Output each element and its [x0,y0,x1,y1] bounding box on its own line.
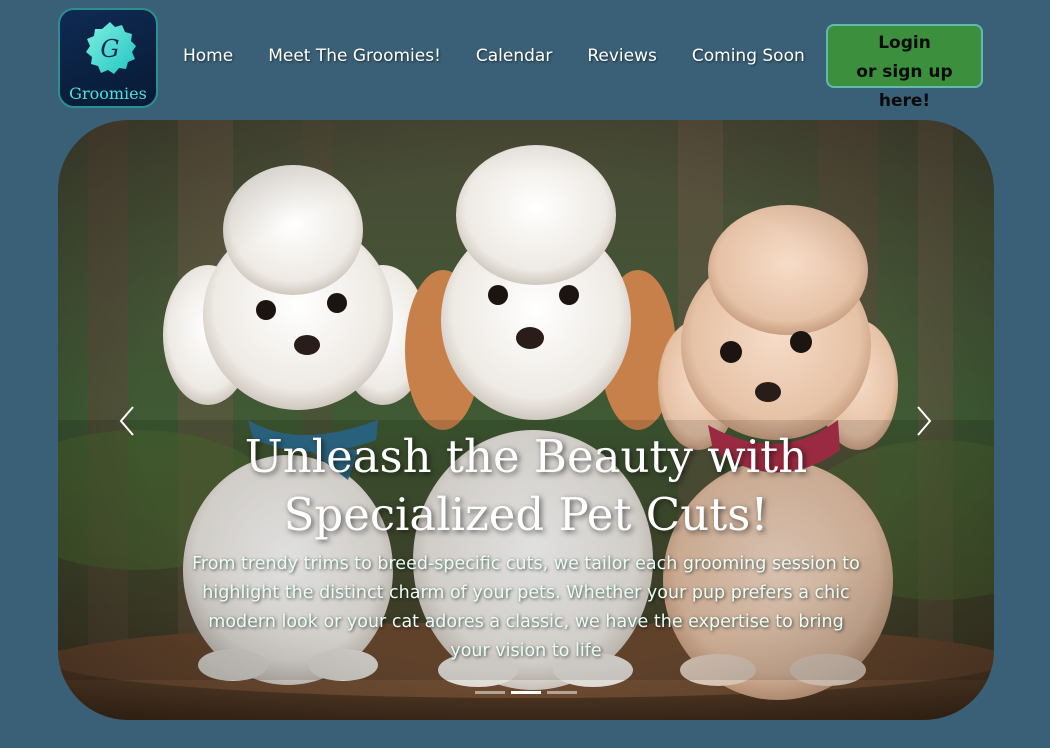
hero-carousel: Unleash the Beauty with Specialized Pet … [58,120,994,720]
login-signup-button[interactable]: Login or sign up here! [826,24,983,111]
carousel-indicator-2[interactable] [511,691,541,694]
main-nav: Home Meet The Groomies! Calendar Reviews… [183,46,805,66]
carousel-indicators [475,691,577,694]
signup-label: or sign up here! [856,62,953,111]
nav-calendar[interactable]: Calendar [476,46,552,66]
nav-coming-soon[interactable]: Coming Soon [692,46,805,66]
hero-title-line-1: Unleash the Beauty with [244,430,808,483]
carousel-indicator-1[interactable] [475,691,505,694]
nav-meet-the-groomies[interactable]: Meet The Groomies! [268,46,441,66]
hero-title-line-2: Specialized Pet Cuts! [283,488,769,541]
groomies-logo[interactable]: G Groomies [58,8,158,108]
logo-text: Groomies [69,84,147,103]
nav-home[interactable]: Home [183,46,233,66]
carousel-indicator-3[interactable] [547,691,577,694]
login-label: Login [878,33,931,53]
logo-badge-icon: G [86,22,136,74]
hero-title: Unleash the Beauty with Specialized Pet … [58,428,994,544]
logo-letter: G [100,35,119,63]
nav-reviews[interactable]: Reviews [587,46,657,66]
hero-description: From trendy trims to breed-specific cuts… [192,554,860,661]
